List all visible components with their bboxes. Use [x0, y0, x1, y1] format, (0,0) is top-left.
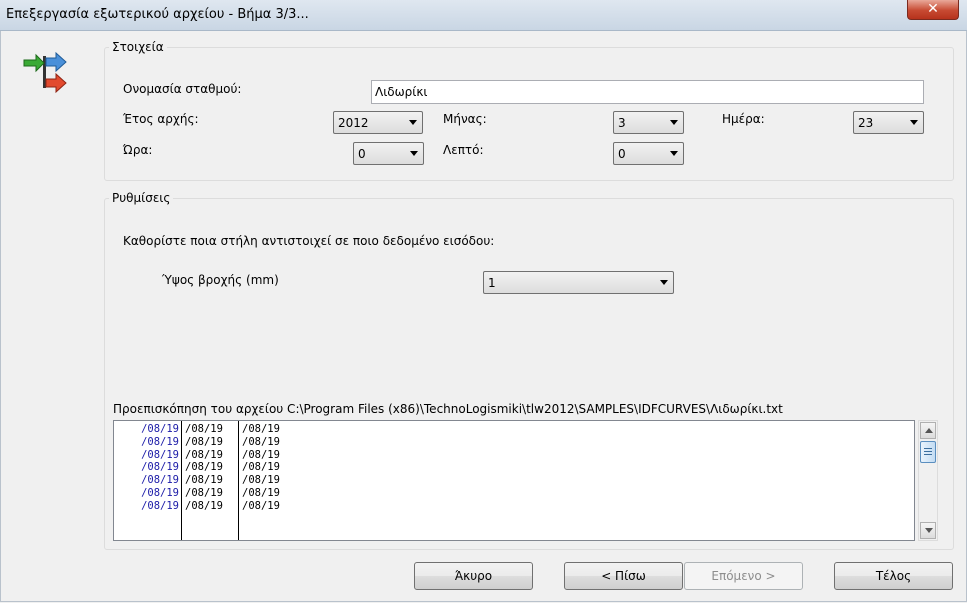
preview-cell: /08/19 — [185, 461, 223, 474]
chevron-down-icon — [670, 120, 678, 125]
preview-scrollbar[interactable] — [918, 420, 938, 541]
preview-cell: /08/19 — [242, 448, 280, 461]
details-group-label: Στοιχεία — [109, 40, 167, 54]
file-preview-grid[interactable]: /08/19/08/19/08/19/08/19/08/19/08/19/08/… — [113, 420, 915, 541]
hour-label: Ώρα: — [123, 143, 153, 157]
preview-cell: /08/19 — [185, 486, 223, 499]
preview-cell: /08/19 — [242, 461, 280, 474]
day-value: 23 — [858, 116, 874, 130]
preview-cell: /08/19 — [242, 486, 280, 499]
chevron-down-icon — [910, 120, 918, 125]
settings-group-label: Ρυθμίσεις — [109, 191, 174, 205]
day-select[interactable]: 23 — [853, 111, 924, 134]
chevron-down-icon — [670, 151, 678, 156]
preview-cell: /08/19 — [242, 423, 280, 435]
rainfall-column-value: 1 — [488, 276, 496, 290]
finish-button[interactable]: Τέλος — [834, 562, 953, 590]
wizard-arrows-icon — [23, 52, 67, 94]
preview-column-3: /08/19/08/19/08/19/08/19/08/19/08/19/08/… — [240, 421, 540, 540]
minute-value: 0 — [618, 147, 626, 161]
scroll-thumb[interactable] — [920, 441, 936, 463]
scroll-down-button[interactable] — [920, 522, 936, 539]
month-label: Μήνας: — [443, 112, 487, 126]
window-title: Επεξεργασία εξωτερικού αρχείου - Βήμα 3/… — [6, 7, 309, 22]
year-label: Έτος αρχής: — [123, 112, 199, 126]
preview-cell: /08/19 — [141, 474, 179, 487]
back-button[interactable]: < Πίσω — [564, 562, 683, 590]
preview-cell: /08/19 — [185, 499, 223, 512]
minute-label: Λεπτό: — [443, 143, 484, 157]
chevron-down-icon — [409, 120, 417, 125]
next-button[interactable]: Επόμενο > — [684, 562, 803, 590]
preview-cell: /08/19 — [141, 499, 179, 512]
month-value: 3 — [618, 116, 626, 130]
preview-cell: /08/19 — [242, 435, 280, 448]
month-select[interactable]: 3 — [613, 111, 684, 134]
chevron-down-icon — [660, 280, 668, 285]
station-label: Ονομασία σταθμού: — [123, 82, 242, 96]
preview-cell: /08/19 — [141, 423, 179, 435]
preview-cell: /08/19 — [141, 461, 179, 474]
hour-select[interactable]: 0 — [353, 142, 424, 165]
day-label: Ημέρα: — [722, 112, 765, 126]
preview-cell: /08/19 — [185, 474, 223, 487]
rainfall-column-select[interactable]: 1 — [483, 271, 674, 294]
year-select[interactable]: 2012 — [333, 111, 423, 134]
hour-value: 0 — [358, 147, 366, 161]
details-group — [104, 47, 954, 181]
preview-column-1: /08/19/08/19/08/19/08/19/08/19/08/19/08/… — [114, 421, 182, 540]
preview-cell: /08/19 — [185, 423, 223, 435]
preview-cell: /08/19 — [185, 448, 223, 461]
preview-label: Προεπισκόπηση του αρχείου C:\Program Fil… — [113, 402, 783, 416]
preview-cell: /08/19 — [141, 435, 179, 448]
preview-cell: /08/19 — [141, 486, 179, 499]
chevron-down-icon — [410, 151, 418, 156]
close-button[interactable]: ✕ — [907, 0, 959, 20]
preview-cell: /08/19 — [141, 448, 179, 461]
cancel-button[interactable]: Άκυρο — [414, 562, 533, 590]
preview-cell: /08/19 — [185, 435, 223, 448]
minute-select[interactable]: 0 — [613, 142, 684, 165]
station-name-input[interactable]: Λιδωρίκι — [371, 80, 924, 104]
year-value: 2012 — [338, 116, 369, 130]
rainfall-label: Ύψος βροχής (mm) — [162, 273, 279, 287]
arrow-down-icon — [925, 528, 933, 533]
preview-cell: /08/19 — [242, 499, 280, 512]
scroll-up-button[interactable] — [920, 422, 936, 439]
arrow-up-icon — [925, 428, 933, 433]
preview-cell: /08/19 — [242, 474, 280, 487]
title-bar: Επεξεργασία εξωτερικού αρχείου - Βήμα 3/… — [0, 0, 967, 31]
preview-column-2: /08/19/08/19/08/19/08/19/08/19/08/19/08/… — [183, 421, 239, 540]
column-instruction: Καθορίστε ποια στήλη αντιστοιχεί σε ποιο… — [123, 234, 495, 248]
close-icon: ✕ — [927, 1, 939, 17]
